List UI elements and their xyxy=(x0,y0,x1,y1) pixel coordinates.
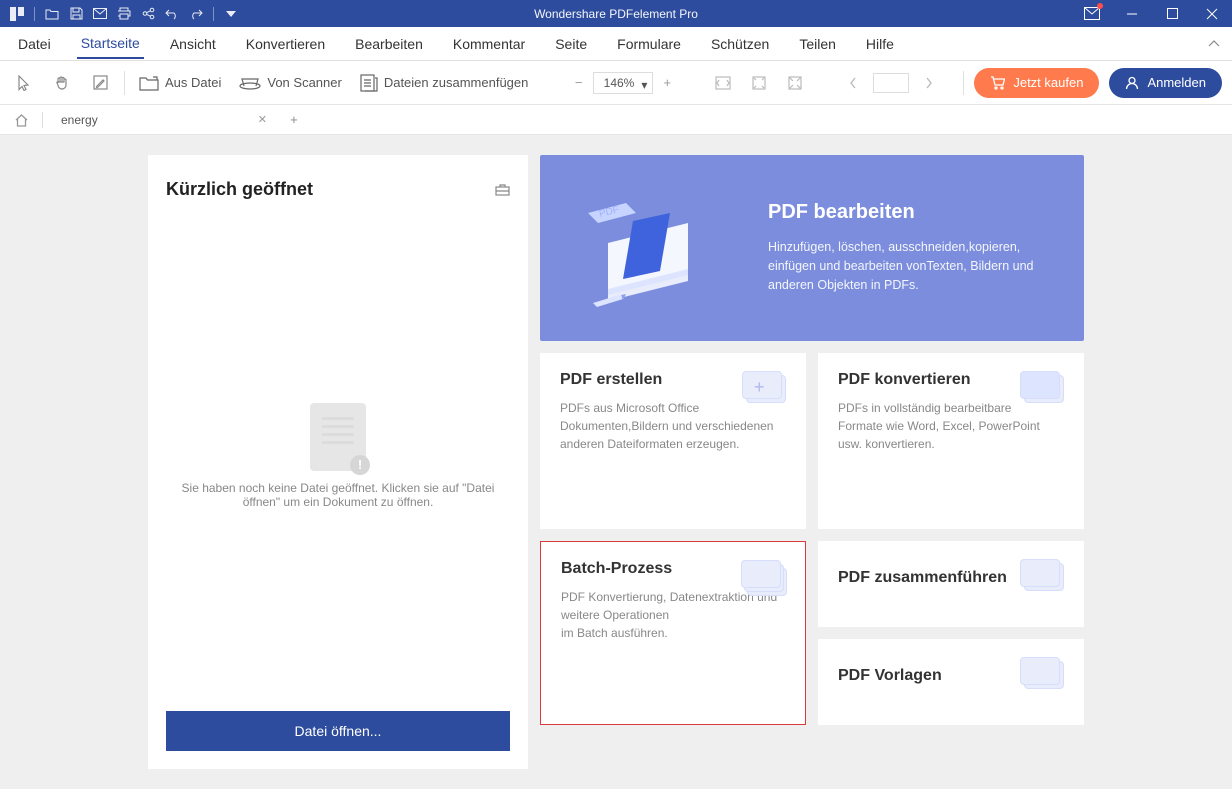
chevron-down-icon: ▾ xyxy=(641,78,647,92)
select-tool-icon[interactable] xyxy=(10,69,38,97)
mail-icon[interactable] xyxy=(89,3,111,25)
edit-pdf-hero[interactable]: PDF PDF bearbeiten Hinzufügen, löschen, … xyxy=(540,155,1084,341)
fit-page-icon[interactable] xyxy=(745,69,773,97)
notification-icon[interactable] xyxy=(1072,0,1112,27)
dropdown-icon[interactable] xyxy=(220,3,242,25)
create-pdf-card[interactable]: + PDF erstellen PDFs aus Microsoft Offic… xyxy=(540,353,806,529)
app-title: Wondershare PDFelement Pro xyxy=(534,7,698,21)
hero-title: PDF bearbeiten xyxy=(768,201,1056,224)
new-tab-button[interactable]: + xyxy=(285,112,303,127)
menu-hilfe[interactable]: Hilfe xyxy=(862,30,898,58)
templates-icon xyxy=(1018,653,1066,693)
workspace: Kürzlich geöffnet Sie haben noch keine D… xyxy=(0,135,1232,789)
document-tab[interactable]: energy ✕ xyxy=(55,113,273,127)
cart-icon xyxy=(990,76,1005,90)
card-desc: PDFs aus Microsoft Office Dokumenten,Bil… xyxy=(560,399,780,453)
briefcase-icon[interactable] xyxy=(495,183,510,196)
zoom-in-button[interactable]: + xyxy=(655,71,679,95)
batch-process-card[interactable]: Batch-Prozess PDF Konvertierung, Datenex… xyxy=(540,541,806,725)
menu-ansicht[interactable]: Ansicht xyxy=(166,30,220,58)
prev-page-button[interactable] xyxy=(839,69,867,97)
from-file-label: Aus Datei xyxy=(165,75,221,90)
merge-pdf-card[interactable]: PDF zusammenführen xyxy=(818,541,1084,627)
menu-konvertieren[interactable]: Konvertieren xyxy=(242,30,329,58)
toolbar: Aus Datei Von Scanner Dateien zusammenfü… xyxy=(0,61,1232,105)
empty-doc-icon xyxy=(310,403,366,471)
undo-icon[interactable] xyxy=(161,3,183,25)
menu-bearbeiten[interactable]: Bearbeiten xyxy=(351,30,427,58)
merge-files-button[interactable]: Dateien zusammenfügen xyxy=(356,74,533,92)
recent-title: Kürzlich geöffnet xyxy=(166,179,313,200)
card-desc: PDFs in vollständig bearbeitbare Formate… xyxy=(838,399,1058,453)
menubar: Datei Startseite Ansicht Konvertieren Be… xyxy=(0,27,1232,61)
fit-width-icon[interactable] xyxy=(781,69,809,97)
convert-pdf-icon xyxy=(1018,367,1066,407)
from-scanner-button[interactable]: Von Scanner xyxy=(235,75,345,90)
next-page-button[interactable] xyxy=(915,69,943,97)
menu-datei[interactable]: Datei xyxy=(14,30,55,58)
save-icon[interactable] xyxy=(65,3,87,25)
card-desc: PDF Konvertierung, Datenextraktion und w… xyxy=(561,588,781,642)
menu-kommentar[interactable]: Kommentar xyxy=(449,30,529,58)
print-icon[interactable] xyxy=(113,3,135,25)
tabbar: energy ✕ + xyxy=(0,105,1232,135)
maximize-button[interactable] xyxy=(1152,0,1192,27)
zoom-out-button[interactable]: − xyxy=(567,71,591,95)
user-icon xyxy=(1125,76,1139,90)
open-folder-icon[interactable] xyxy=(41,3,63,25)
actions-panel: PDF PDF bearbeiten Hinzufügen, löschen, … xyxy=(540,155,1084,769)
zoom-value[interactable]: 146%▾ xyxy=(593,72,654,94)
hero-desc: Hinzufügen, löschen, ausschneiden,kopier… xyxy=(768,238,1056,294)
from-scanner-label: Von Scanner xyxy=(267,75,341,90)
home-tab-icon[interactable] xyxy=(12,111,30,129)
create-pdf-icon: + xyxy=(740,367,788,407)
redo-icon[interactable] xyxy=(185,3,207,25)
convert-pdf-card[interactable]: PDF konvertieren PDFs in vollständig bea… xyxy=(818,353,1084,529)
menu-startseite[interactable]: Startseite xyxy=(77,29,144,59)
login-button[interactable]: Anmelden xyxy=(1109,68,1222,98)
edit-tool-icon[interactable] xyxy=(86,69,114,97)
login-label: Anmelden xyxy=(1147,75,1206,90)
menu-teilen[interactable]: Teilen xyxy=(795,30,840,58)
batch-process-icon xyxy=(739,556,787,596)
buy-now-label: Jetzt kaufen xyxy=(1013,75,1083,90)
open-file-button[interactable]: Datei öffnen... xyxy=(166,711,510,751)
edit-pdf-illustration: PDF xyxy=(568,178,738,318)
buy-now-button[interactable]: Jetzt kaufen xyxy=(974,68,1099,98)
merge-files-label: Dateien zusammenfügen xyxy=(384,75,529,90)
menu-formulare[interactable]: Formulare xyxy=(613,30,685,58)
close-tab-icon[interactable]: ✕ xyxy=(258,113,267,126)
share-icon[interactable] xyxy=(137,3,159,25)
tab-label: energy xyxy=(61,113,98,127)
fit-actual-icon[interactable] xyxy=(709,69,737,97)
recent-panel: Kürzlich geöffnet Sie haben noch keine D… xyxy=(148,155,528,769)
templates-card[interactable]: PDF Vorlagen xyxy=(818,639,1084,725)
close-button[interactable] xyxy=(1192,0,1232,27)
titlebar: Wondershare PDFelement Pro xyxy=(0,0,1232,27)
menu-seite[interactable]: Seite xyxy=(551,30,591,58)
app-logo-icon xyxy=(6,3,28,25)
empty-text: Sie haben noch keine Datei geöffnet. Kli… xyxy=(166,481,510,509)
menu-schuetzen[interactable]: Schützen xyxy=(707,30,773,58)
collapse-ribbon-icon[interactable] xyxy=(1208,40,1220,48)
from-file-button[interactable]: Aus Datei xyxy=(135,75,225,91)
page-number-input[interactable] xyxy=(873,73,909,93)
minimize-button[interactable] xyxy=(1112,0,1152,27)
hand-tool-icon[interactable] xyxy=(48,69,76,97)
merge-pdf-icon xyxy=(1018,555,1066,595)
